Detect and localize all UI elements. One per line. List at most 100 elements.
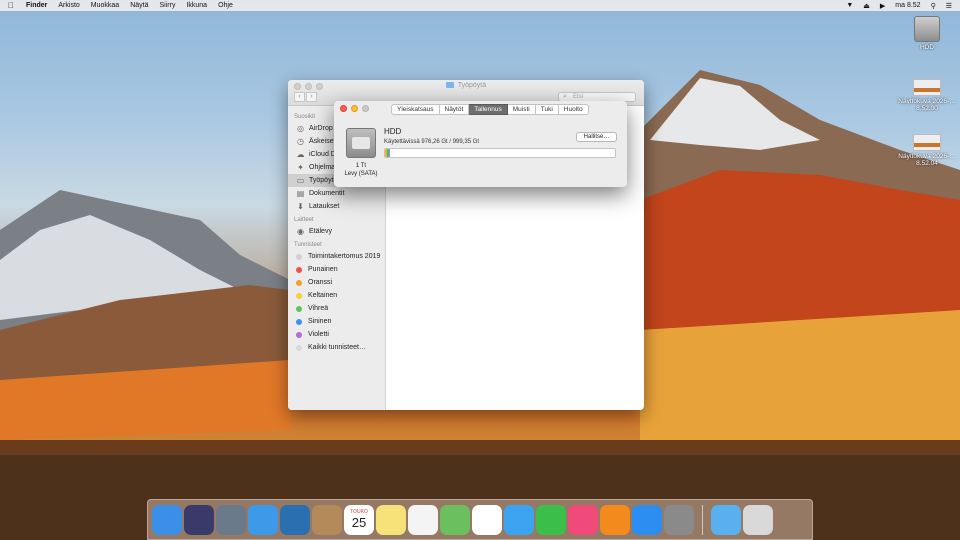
menu-arkisto[interactable]: Arkisto xyxy=(58,2,79,9)
sidebar-item-label: Kaikki tunnisteet… xyxy=(308,344,366,351)
apple-menu-icon[interactable]:  xyxy=(8,1,14,10)
sidebar-section-head: Laitteet xyxy=(294,217,314,223)
tab-3[interactable]: Muisti xyxy=(507,104,536,115)
hard-drive-icon xyxy=(346,128,376,158)
tab-0[interactable]: Yleiskatsaus xyxy=(391,104,440,115)
notes-icon[interactable] xyxy=(376,504,406,535)
menu-muokkaa[interactable]: Muokkaa xyxy=(91,2,119,9)
contacts-icon[interactable] xyxy=(312,504,342,535)
back-button[interactable]: ‹ xyxy=(294,92,305,102)
sidebar-item-label: Dokumentit xyxy=(309,190,345,197)
sidebar-item-label: Etälevy xyxy=(309,228,332,235)
calendar-day: 25 xyxy=(351,515,367,530)
manage-button[interactable]: Hallitse… xyxy=(576,132,617,142)
tab-4[interactable]: Tuki xyxy=(535,104,559,115)
sidebar-item-label: Äskeiset xyxy=(309,138,336,145)
menu-app-name[interactable]: Finder xyxy=(26,2,47,9)
close-button[interactable] xyxy=(340,105,347,112)
panel-tabs: Yleiskatsaus Näytöt Tallennus Muisti Tuki Huo… xyxy=(391,104,589,115)
menu-ohje[interactable]: Ohje xyxy=(218,2,233,9)
desktop-icon: ▭ xyxy=(296,176,305,185)
downloads-folder-icon[interactable] xyxy=(711,504,741,535)
sidebar-item[interactable]: Violetti xyxy=(288,328,385,341)
sidebar-item-label: Lataukset xyxy=(309,203,340,210)
desktop-icon-label: Näyttökuva 2026-…8.52.00 xyxy=(898,98,956,112)
launchpad-icon[interactable] xyxy=(216,504,246,535)
photo-app-icon[interactable] xyxy=(280,504,310,535)
trash-icon[interactable] xyxy=(743,504,773,535)
eject-icon[interactable]: ⏏ xyxy=(863,2,870,10)
menu-nayta[interactable]: Näytä xyxy=(130,2,148,9)
downloads-icon: ⬇ xyxy=(297,202,304,211)
sidebar-item-label: Violetti xyxy=(308,331,329,338)
sidebar-item[interactable]: Keltainen xyxy=(288,289,385,302)
menu-ikkuna[interactable]: Ikkuna xyxy=(186,2,207,9)
tab-2[interactable]: Tallennus xyxy=(469,104,508,115)
sidebar-item-label: Oranssi xyxy=(308,279,333,286)
sidebar-item[interactable]: Oranssi xyxy=(288,276,385,289)
tag-color-dot xyxy=(296,318,302,325)
menu-clock[interactable]: ma 8.52 xyxy=(895,2,920,9)
sidebar-item[interactable]: ▤ Dokumentit xyxy=(288,187,385,200)
panel-titlebar[interactable]: Yleiskatsaus Näytöt Tallennus Muisti Tuki Huo… xyxy=(334,101,627,116)
disk-size: 1 Tt xyxy=(355,163,367,169)
minimize-button[interactable] xyxy=(351,105,358,112)
tag-color-dot xyxy=(296,279,302,286)
tab-5[interactable]: Huolto xyxy=(558,104,589,115)
storage-usage-bar xyxy=(384,148,616,158)
sidebar-item-label: Keltainen xyxy=(308,292,338,299)
wifi-icon[interactable]: ▼ xyxy=(846,2,853,9)
applications-icon: ✦ xyxy=(297,163,304,172)
remote-disc-icon: ◉ xyxy=(297,227,304,236)
ibooks-icon[interactable] xyxy=(600,504,630,535)
sidebar-item[interactable]: ◉ Etälevy xyxy=(288,225,385,238)
calendar-icon[interactable]: TOUKO 25 xyxy=(344,504,374,535)
forward-button[interactable]: › xyxy=(306,92,317,102)
messages-icon[interactable] xyxy=(504,504,534,535)
panel-window-controls xyxy=(340,105,369,112)
tag-color-dot xyxy=(296,344,302,351)
dock-separator xyxy=(702,504,703,535)
itunes-icon[interactable] xyxy=(568,504,598,535)
sidebar-item[interactable]: Kaikki tunnisteet… xyxy=(288,341,385,354)
menu-bar:  Finder Arkisto Muokkaa Näytä Siirry Ik… xyxy=(0,0,960,11)
window-title-text: Työpöytä xyxy=(457,82,487,89)
siri-icon[interactable] xyxy=(184,504,214,535)
app-store-icon[interactable] xyxy=(632,504,662,535)
sidebar-item[interactable]: Vihreä xyxy=(288,302,385,315)
facetime-icon[interactable] xyxy=(536,504,566,535)
desktop-icon-screenshot-2[interactable]: Näyttökuva 2026-…8.52.04 xyxy=(896,134,958,167)
reminders-icon[interactable] xyxy=(408,504,438,535)
safari-icon[interactable] xyxy=(248,504,278,535)
photos-icon[interactable] xyxy=(472,504,502,535)
documents-icon: ▤ xyxy=(296,189,305,198)
disk-type: Levy (SATA) xyxy=(344,171,378,177)
tag-color-dot xyxy=(296,305,302,312)
storage-panel[interactable]: Yleiskatsaus Näytöt Tallennus Muisti Tuki Huo… xyxy=(334,101,627,187)
desktop-icon-screenshot-1[interactable]: Näyttökuva 2026-…8.52.00 xyxy=(896,79,958,112)
search-icon[interactable]: ⚲ xyxy=(931,2,936,10)
recents-icon: ◷ xyxy=(297,137,304,146)
tab-1[interactable]: Näytöt xyxy=(439,104,470,115)
menu-siirry[interactable]: Siirry xyxy=(160,2,176,9)
sidebar-item[interactable]: Punainen xyxy=(288,263,385,276)
volume-icon[interactable]: ▶ xyxy=(880,2,885,10)
finder-icon[interactable] xyxy=(152,504,182,535)
screenshot-icon xyxy=(913,134,941,151)
airdrop-icon: ◎ xyxy=(297,124,304,133)
sidebar-item-label: Toimintakertomus 2019 xyxy=(308,253,381,260)
sidebar-item[interactable]: ⬇ Lataukset xyxy=(288,200,385,213)
tag-color-dot xyxy=(296,331,302,338)
sidebar-item-label: AirDrop xyxy=(309,125,333,132)
notification-center-icon[interactable]: ☰ xyxy=(946,2,952,10)
disk-available: Käytettävissä 976,26 Gt / 999,35 Gt xyxy=(384,139,480,145)
sidebar-item[interactable]: Toimintakertomus 2019 xyxy=(288,250,385,263)
sidebar-item-label: Vihreä xyxy=(308,305,329,312)
maps-icon[interactable] xyxy=(440,504,470,535)
sidebar-item[interactable]: Sininen xyxy=(288,315,385,328)
zoom-button[interactable] xyxy=(362,105,369,112)
system-preferences-icon[interactable] xyxy=(664,504,694,535)
sidebar-item-label: Sininen xyxy=(308,318,332,325)
desktop-icon-hdd[interactable]: HDD xyxy=(905,16,949,51)
disk-name: HDD xyxy=(384,127,402,136)
